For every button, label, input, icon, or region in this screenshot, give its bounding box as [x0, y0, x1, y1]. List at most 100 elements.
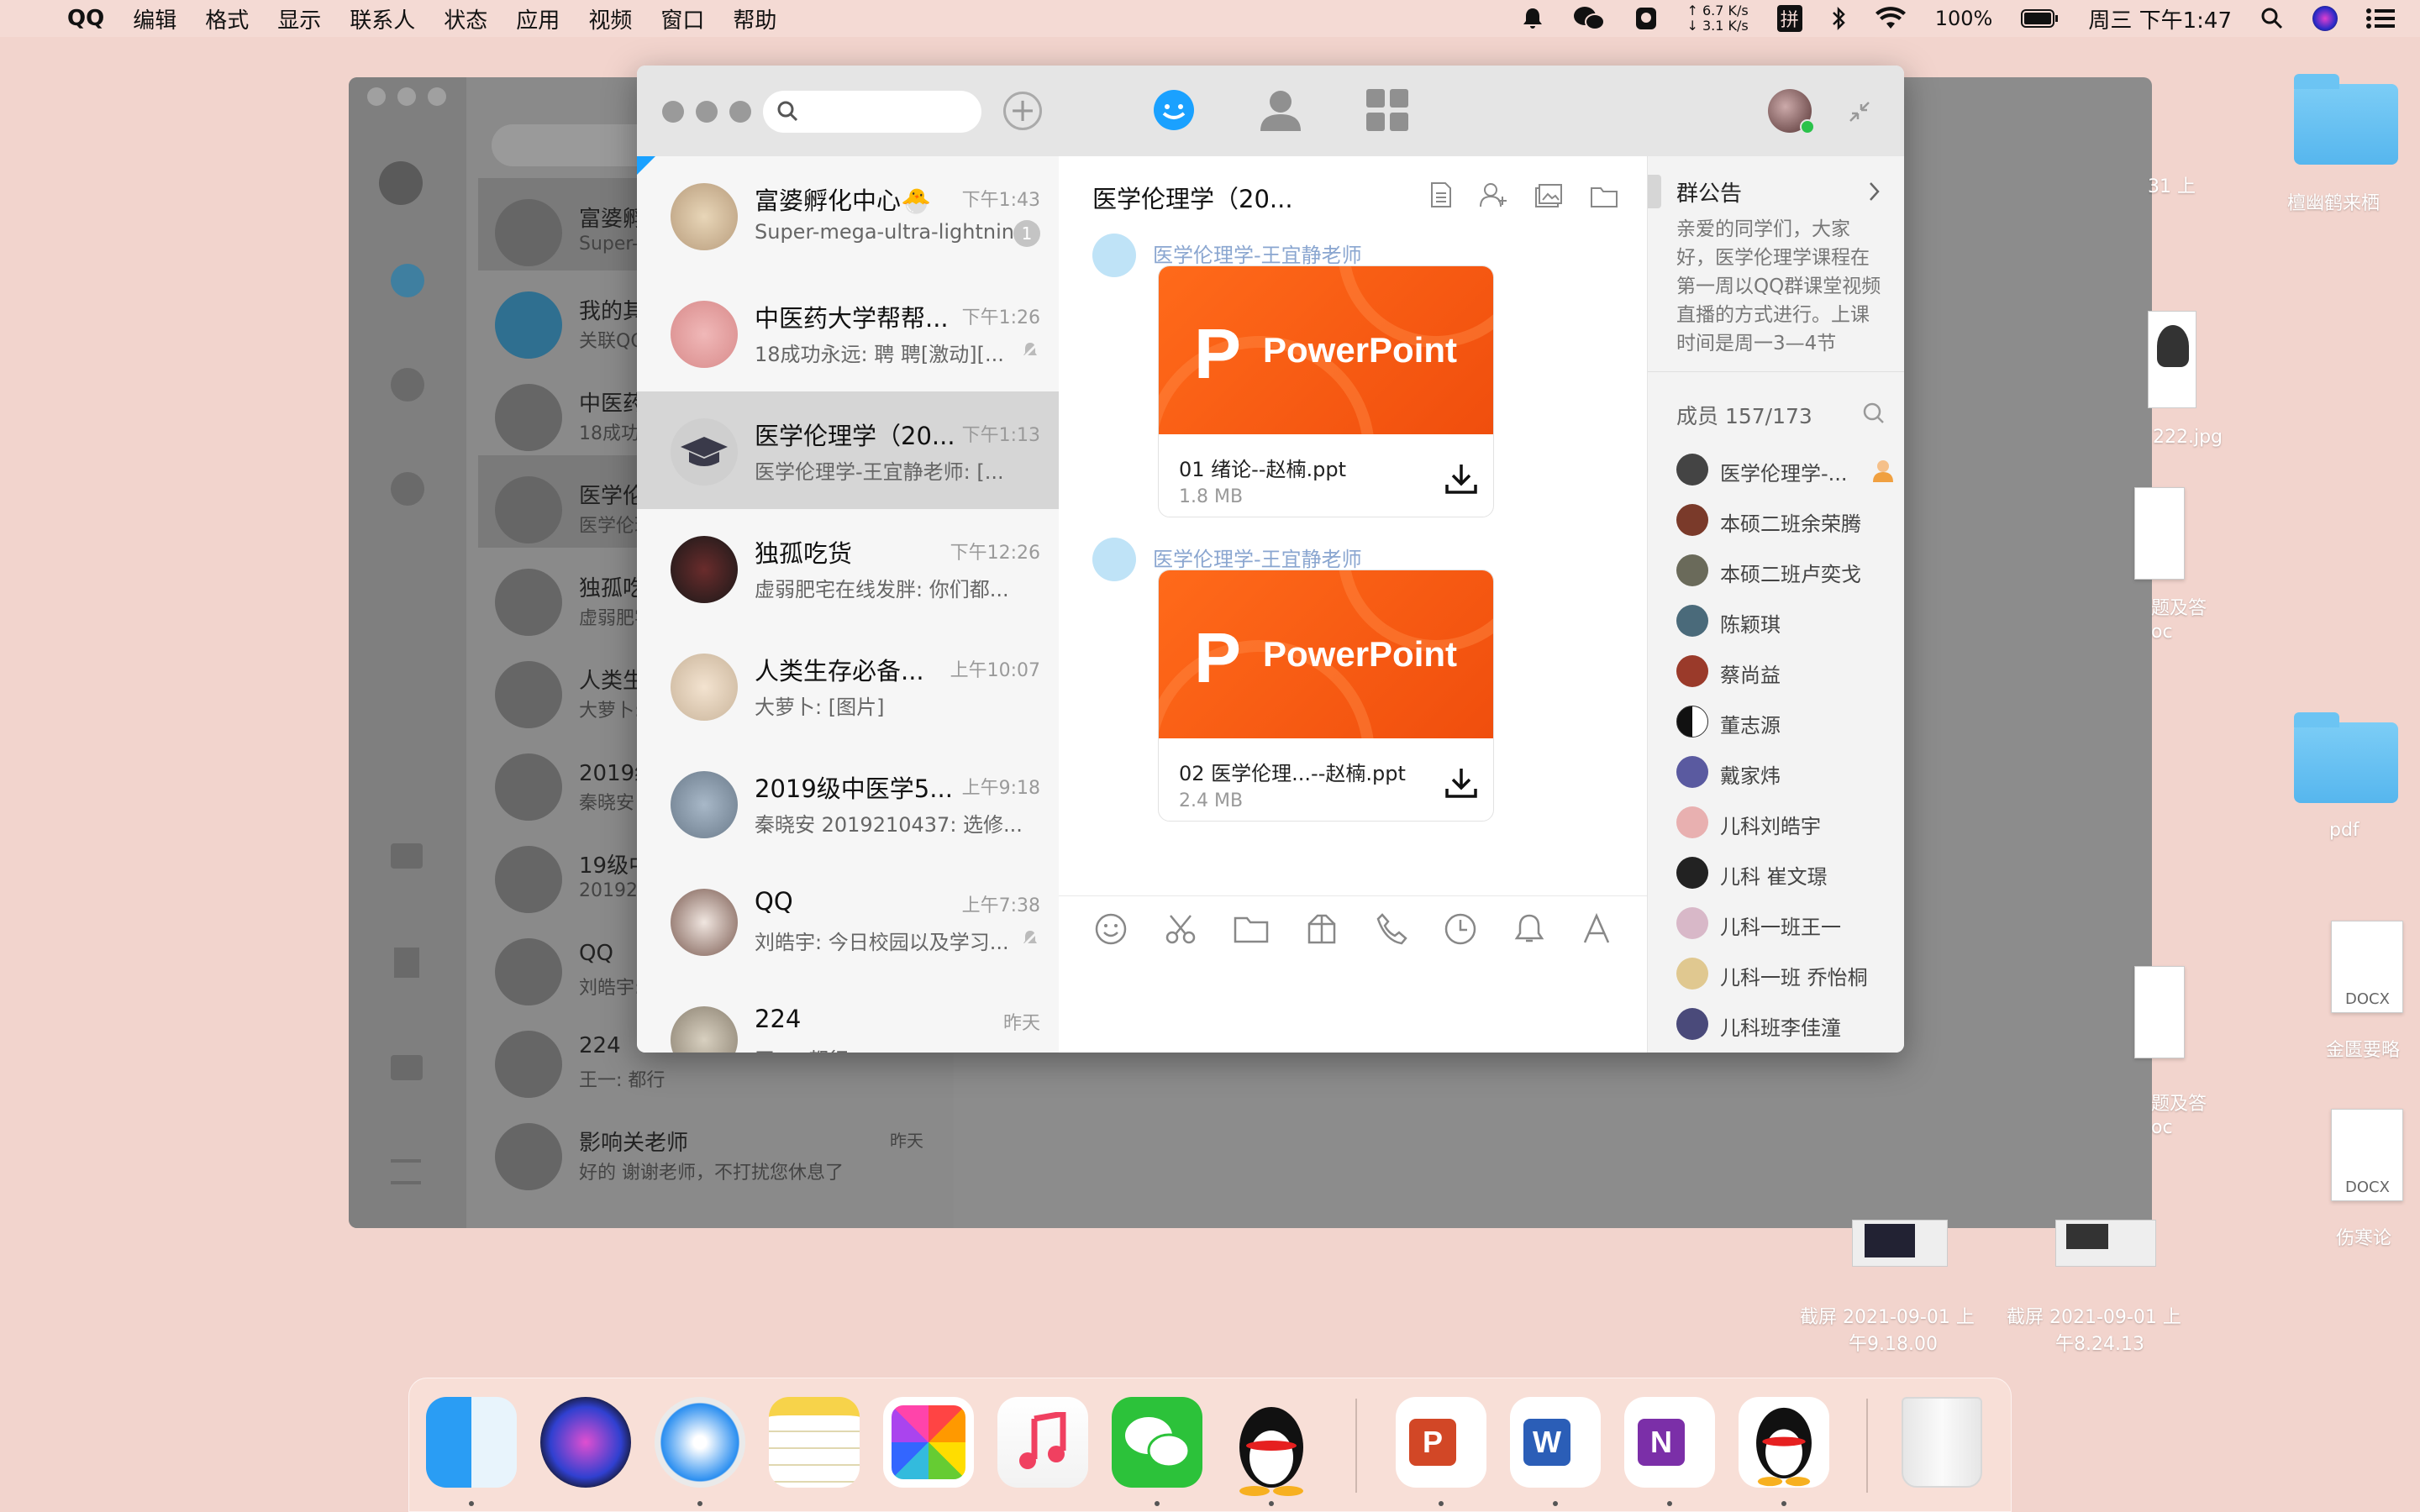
member-item[interactable]: 董志源 — [1676, 699, 1895, 746]
file-message-card[interactable]: P PowerPoint 01 绪论--赵楠.ppt 1.8 MB — [1158, 265, 1494, 517]
scissors-icon[interactable] — [1164, 912, 1197, 946]
notes-icon[interactable] — [769, 1397, 860, 1488]
group-files-icon[interactable] — [1590, 185, 1618, 208]
sender-avatar[interactable] — [1092, 234, 1136, 277]
conversation-row-selected[interactable]: 医学伦理学（20... 下午1:13 医学伦理学-王宜静老师: [... — [637, 391, 1059, 509]
music-icon[interactable] — [997, 1397, 1088, 1488]
member-search-icon[interactable] — [1862, 402, 1886, 425]
menu-app-name[interactable]: QQ — [67, 6, 104, 31]
qq-menubar-icon[interactable] — [1634, 6, 1658, 31]
word-icon[interactable]: W — [1510, 1397, 1601, 1488]
battery-icon[interactable] — [2021, 8, 2060, 29]
conversation-row[interactable]: 中医药大学帮帮... 下午1:26 18成功永远: 聘 聘[激动][... — [637, 274, 1059, 391]
finder-icon[interactable] — [426, 1397, 517, 1488]
desktop-docx-icon[interactable]: DOCX — [2331, 1109, 2403, 1201]
desktop-doc-partial-label[interactable]: 题及答 — [2151, 593, 2207, 620]
onenote-icon[interactable]: N — [1624, 1397, 1715, 1488]
wechat-menubar-icon[interactable] — [1572, 5, 1606, 32]
member-item[interactable]: 本硕二班余荣腾 — [1676, 497, 1895, 544]
file-message-card[interactable]: P PowerPoint 02 医学伦理...--赵楠.ppt 2.4 MB — [1158, 570, 1494, 822]
desktop-docx-label[interactable]: 金匮要略 — [2326, 1035, 2400, 1062]
bg-bookmark-icon[interactable] — [394, 948, 419, 978]
member-item[interactable]: 戴家炜 — [1676, 749, 1895, 796]
sender-avatar[interactable] — [1092, 538, 1136, 581]
trash-icon[interactable] — [1902, 1397, 1982, 1488]
emoji-icon[interactable] — [1094, 912, 1128, 946]
conversation-row[interactable]: 224 昨天 王一: 都行 — [637, 979, 1059, 1053]
wifi-icon[interactable] — [1875, 7, 1907, 30]
desktop-folder-icon[interactable] — [2294, 712, 2398, 803]
close-button[interactable] — [662, 101, 684, 123]
member-item[interactable]: 医学伦理学-... — [1676, 447, 1895, 494]
desktop-docx-icon[interactable]: DOCX — [2331, 921, 2403, 1013]
bg-image-icon[interactable] — [391, 1055, 423, 1080]
download-icon[interactable] — [1444, 767, 1478, 799]
collapse-icon[interactable] — [1847, 99, 1872, 124]
desktop-docx-label[interactable]: 伤寒论 — [2336, 1223, 2391, 1250]
history-icon[interactable] — [1444, 912, 1477, 946]
input-method-icon[interactable]: 拼 — [1776, 5, 1802, 32]
add-member-icon[interactable] — [1479, 181, 1509, 208]
chat-tab-icon[interactable] — [1151, 87, 1197, 133]
zoom-button[interactable] — [729, 101, 751, 123]
desktop-doc-partial-icon[interactable] — [2134, 487, 2185, 580]
gift-icon[interactable] — [1305, 912, 1339, 946]
desktop-screenshot-label[interactable]: 截屏 2021-09-01 上 — [1800, 1302, 1975, 1329]
qq-icon[interactable] — [1226, 1397, 1317, 1496]
menu-status[interactable]: 状态 — [444, 3, 487, 34]
member-item[interactable]: 儿科班李佳潼 — [1676, 1001, 1895, 1048]
sender-name[interactable]: 医学伦理学-王宜静老师 — [1153, 239, 1362, 268]
bg-menu-icon[interactable] — [391, 1159, 421, 1184]
desktop-doc-partial-icon[interactable] — [2134, 966, 2185, 1058]
member-item[interactable]: 儿科刘皓宇 — [1676, 800, 1895, 847]
phone-icon[interactable] — [1376, 912, 1407, 946]
bell-icon[interactable] — [1513, 912, 1545, 946]
desktop-folder-label[interactable]: pdf — [2329, 820, 2360, 841]
add-button[interactable]: + — [1003, 92, 1042, 130]
folder-icon[interactable] — [1234, 915, 1269, 943]
bg-close-dot[interactable] — [367, 87, 386, 106]
bg-row[interactable]: 影响关老师 好的 谢谢老师，不打扰您休息了 昨天 — [478, 1102, 949, 1194]
member-item[interactable]: 儿科 崔文璟 — [1676, 850, 1895, 897]
desktop-screenshot-thumbnail[interactable] — [2055, 1220, 2156, 1267]
panel-toggle-tab[interactable] — [1648, 175, 1661, 208]
bg-folder-icon[interactable] — [391, 843, 423, 869]
bg-zoom-dot[interactable] — [428, 87, 446, 106]
conversation-row[interactable]: 富婆孵化中心🐣 下午1:43 Super-mega-ultra-lightnin… — [637, 156, 1059, 274]
bell-icon[interactable] — [1522, 7, 1544, 30]
desktop-screenshot-label[interactable]: 截屏 2021-09-01 上 — [2007, 1302, 2181, 1329]
sender-name[interactable]: 医学伦理学-王宜静老师 — [1153, 543, 1362, 572]
bg-discover-icon[interactable] — [391, 472, 424, 506]
menubar-clock[interactable]: 周三 下午1:47 — [2088, 3, 2232, 34]
member-item[interactable]: 本硕二班卢奕戈 — [1676, 548, 1895, 595]
search-input[interactable] — [763, 91, 981, 133]
chevron-right-icon[interactable] — [1867, 181, 1881, 202]
apps-tab-icon[interactable] — [1366, 89, 1408, 131]
qq-icon-2[interactable] — [1739, 1397, 1829, 1488]
desktop-folder-label[interactable]: 檀幽鹤来栖 — [2287, 188, 2380, 215]
conversation-row[interactable]: QQ 上午7:38 刘皓宇: 今日校园以及学习... — [637, 862, 1059, 979]
menu-view[interactable]: 显示 — [277, 3, 321, 34]
desktop-image-thumbnail[interactable] — [2148, 311, 2196, 408]
wechat-icon[interactable] — [1112, 1397, 1202, 1488]
siri-icon[interactable] — [2312, 6, 2338, 31]
bluetooth-icon[interactable] — [1831, 6, 1846, 31]
bg-contacts-icon[interactable] — [391, 368, 424, 402]
bg-minimize-dot[interactable] — [397, 87, 416, 106]
menu-apps[interactable]: 应用 — [516, 3, 560, 34]
desktop-doc-partial-label[interactable]: 题及答 — [2151, 1089, 2207, 1116]
siri-icon[interactable] — [540, 1397, 631, 1488]
notification-center-icon[interactable] — [2366, 8, 2395, 29]
desktop-screenshot-thumbnail[interactable] — [1852, 1220, 1948, 1267]
member-item[interactable]: 儿科一班 乔怡桐 — [1676, 951, 1895, 998]
menu-help[interactable]: 帮助 — [733, 3, 776, 34]
desktop-folder-icon[interactable] — [2294, 74, 2398, 165]
photos-icon[interactable] — [883, 1397, 974, 1488]
menu-edit[interactable]: 编辑 — [133, 3, 176, 34]
conversation-row[interactable]: 独孤吃货 下午12:26 虚弱肥宅在线发胖: 你们都... — [637, 509, 1059, 627]
member-item[interactable]: 陈颖琪 — [1676, 598, 1895, 645]
menu-format[interactable]: 格式 — [205, 3, 249, 34]
menu-contacts[interactable]: 联系人 — [350, 3, 415, 34]
conversation-row[interactable]: 2019级中医学5... 上午9:18 秦晓安 2019210437: 选修..… — [637, 744, 1059, 862]
conversation-row[interactable]: 人类生存必备... 上午10:07 大萝卜: [图片] — [637, 627, 1059, 744]
